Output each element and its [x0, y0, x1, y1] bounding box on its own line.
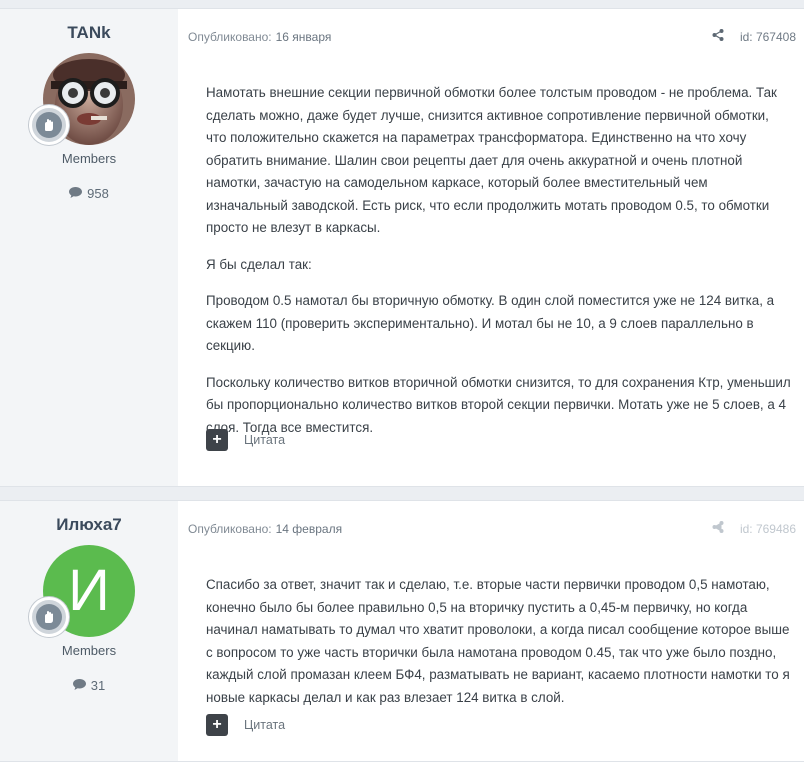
share-icon[interactable] — [712, 29, 724, 44]
author-group: Members — [61, 151, 117, 166]
comment-icon — [72, 678, 86, 693]
author-group: Members — [61, 643, 117, 658]
forum-post: Илюха7 И Members 31 Опубликовано: 14 фев… — [0, 500, 804, 762]
post-content: Опубликовано: 14 февраля id: 769486 Спас… — [178, 501, 804, 761]
post-date-link[interactable]: 14 февраля — [276, 522, 342, 536]
comment-icon — [69, 186, 83, 201]
post-date-link[interactable]: 16 января — [276, 30, 332, 44]
post-paragraph: Я бы сделал так: — [206, 256, 312, 272]
author-name-link[interactable]: TANk — [0, 23, 178, 43]
author-panel: Илюха7 И Members 31 — [0, 501, 178, 761]
post-paragraph: Проводом 0.5 намотал бы вторичную обмотк… — [206, 293, 775, 353]
quote-row: + Цитата — [206, 714, 285, 736]
avatar-wrap — [29, 53, 135, 145]
post-count-value: 31 — [90, 678, 106, 693]
post-count: 31 — [0, 678, 178, 693]
author-name-link[interactable]: Илюха7 — [0, 515, 178, 535]
post-count: 958 — [0, 186, 178, 201]
post-meta: Опубликовано: 14 февраля id: 769486 — [188, 521, 796, 536]
avatar-wrap: И — [29, 545, 135, 637]
rank-badge-icon — [29, 597, 69, 637]
share-icon[interactable] — [712, 521, 724, 536]
quote-button[interactable]: Цитата — [244, 718, 285, 732]
published-label: Опубликовано: — [188, 29, 272, 44]
plus-icon[interactable]: + — [206, 714, 228, 736]
quote-button[interactable]: Цитата — [244, 433, 285, 447]
post-paragraph: Намотать внешние секции первичной обмотк… — [206, 85, 777, 235]
author-panel: TANk Members 958 — [0, 9, 178, 486]
post-paragraph: Спасибо за ответ, значит так и сделаю, т… — [206, 577, 790, 705]
forum-post: TANk Members 958 Опубликовано: 16 января… — [0, 8, 804, 487]
quote-row: + Цитата — [206, 429, 285, 451]
post-paragraph: Поскольку количество витков вторичной об… — [206, 374, 791, 435]
post-content: Опубликовано: 16 января id: 767408 Намот… — [178, 9, 804, 486]
post-count-value: 958 — [87, 186, 109, 201]
post-meta: Опубликовано: 16 января id: 767408 — [188, 29, 796, 44]
post-body: Спасибо за ответ, значит так и сделаю, т… — [206, 574, 792, 723]
plus-icon[interactable]: + — [206, 429, 228, 451]
post-id-link[interactable]: id: 769486 — [740, 522, 796, 536]
post-id-link[interactable]: id: 767408 — [740, 30, 796, 44]
rank-badge-icon — [29, 105, 69, 145]
published-label: Опубликовано: — [188, 521, 272, 536]
post-body: Намотать внешние секции первичной обмотк… — [206, 82, 792, 453]
